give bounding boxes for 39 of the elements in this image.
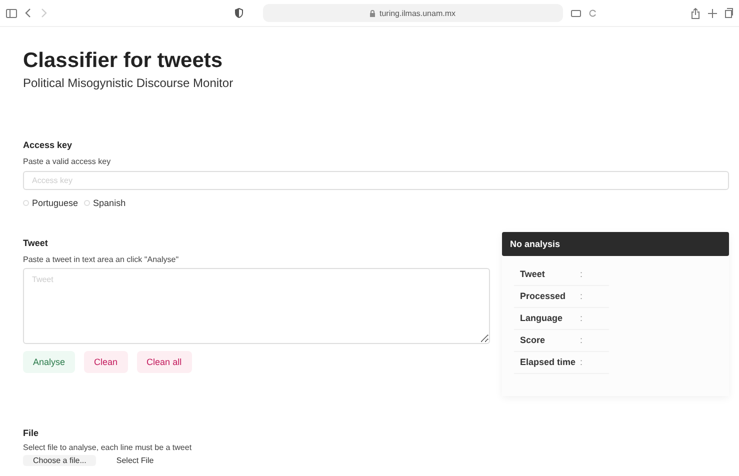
address-bar[interactable]: turing.ilmas.unam.mx: [263, 4, 563, 22]
result-separator: :: [580, 269, 583, 279]
language-option[interactable]: Spanish: [84, 198, 126, 208]
section-heading: Access key: [23, 140, 74, 150]
plus-icon[interactable]: [708, 8, 717, 18]
result-label: Tweet: [519, 269, 546, 279]
result-separator: :: [580, 313, 583, 323]
radio-icon[interactable]: [23, 200, 29, 206]
page-title: Classifier for tweets: [23, 49, 224, 73]
url-text: turing.ilmas.unam.mx: [379, 8, 456, 18]
result-separator: :: [580, 357, 583, 367]
reload-icon[interactable]: [589, 9, 597, 17]
sidebar-icon[interactable]: [6, 8, 17, 18]
radio-icon[interactable]: [84, 200, 90, 206]
field-hint: Paste a tweet in text area an click "Analyse": [23, 255, 180, 264]
section-heading: File: [23, 428, 40, 438]
clean-button[interactable]: Clean all: [136, 351, 192, 373]
shield-icon[interactable]: [235, 8, 243, 18]
translate-icon[interactable]: [571, 10, 581, 16]
result-separator: :: [580, 335, 583, 345]
section-heading: Tweet: [23, 238, 49, 248]
select-file-button[interactable]: Select File: [106, 455, 164, 466]
analyse-button[interactable]: Analyse: [23, 351, 76, 373]
result-label: Processed: [519, 291, 567, 301]
result-label: Score: [519, 335, 546, 345]
clean-button[interactable]: Clean: [84, 351, 128, 373]
field-hint: Paste a valid access key: [23, 157, 112, 166]
panel-header: No analysis: [502, 232, 729, 256]
result-label: Elapsed time: [519, 357, 577, 367]
result-separator: :: [580, 291, 583, 301]
field-hint: Select file to analyse, each line must be a tweet: [23, 443, 193, 452]
page-subtitle: Political Misogynistic Discourse Monitor: [23, 76, 234, 90]
lock-icon: [370, 10, 376, 16]
tabs-icon[interactable]: [725, 8, 733, 18]
share-icon[interactable]: [691, 8, 700, 18]
result-label: Language: [519, 313, 564, 323]
language-option[interactable]: Portuguese: [23, 198, 78, 208]
choose-file-button[interactable]: Choose a file...: [23, 455, 96, 466]
back-icon[interactable]: [25, 8, 32, 18]
